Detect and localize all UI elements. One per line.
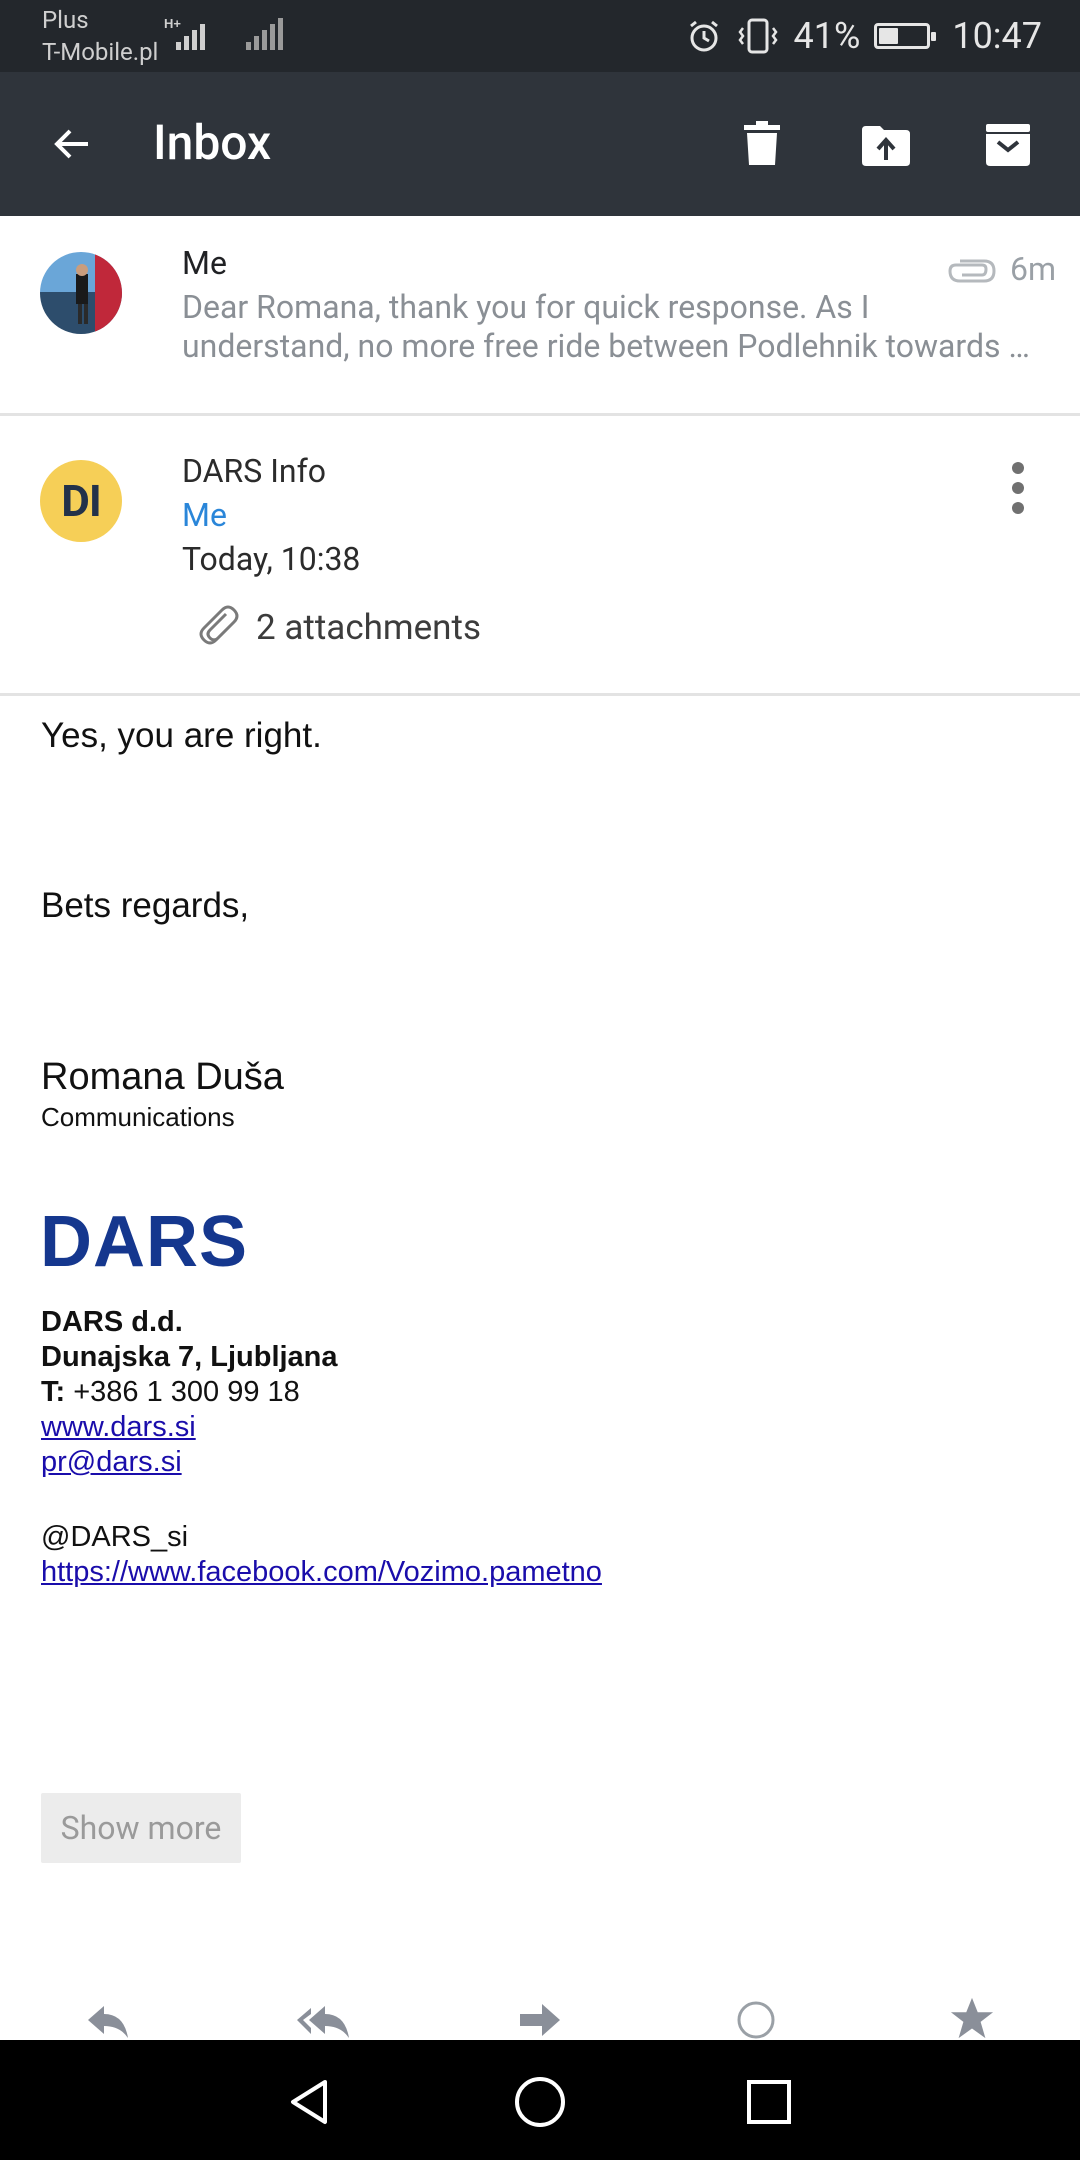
- attachments-label: 2 attachments: [256, 606, 482, 648]
- message-date: Today, 10:38: [182, 540, 361, 578]
- paperclip-icon: [199, 605, 239, 645]
- signature-role: Communications: [41, 1102, 235, 1132]
- star-button[interactable]: [942, 1996, 1002, 2040]
- facebook-link[interactable]: https://www.facebook.com/Vozimo.pametno: [41, 1555, 602, 1590]
- nav-home-button[interactable]: [508, 2070, 572, 2134]
- company-name: DARS d.d.: [41, 1306, 183, 1338]
- reply-all-icon: [297, 2006, 349, 2038]
- vibrate-icon: [737, 18, 778, 54]
- company-address: Dunajska 7, Ljubljana: [41, 1341, 338, 1373]
- carrier-name-top: Plus: [42, 6, 89, 34]
- signal-strength-2-icon: [246, 18, 283, 50]
- nav-back-button[interactable]: [277, 2070, 341, 2134]
- back-arrow-icon: [54, 129, 88, 159]
- message-sender: DARS Info: [182, 452, 326, 490]
- delete-button[interactable]: [726, 108, 798, 180]
- sender-avatar: DI: [40, 460, 122, 542]
- page-title: Inbox: [153, 114, 272, 171]
- delete-icon: [744, 121, 780, 165]
- forward-button[interactable]: [510, 1996, 570, 2040]
- archive-button[interactable]: [972, 108, 1044, 180]
- mark-button[interactable]: [726, 1996, 786, 2040]
- message-recipient[interactable]: Me: [182, 496, 227, 534]
- twitter-handle: @DARS_si: [41, 1521, 189, 1553]
- forward-icon: [520, 2004, 560, 2036]
- attachments-toggle[interactable]: 2 attachments: [196, 600, 481, 654]
- more-vert-icon: [1012, 462, 1024, 474]
- svg-text:H+: H+: [164, 16, 181, 31]
- status-bar: Plus T-Mobile.pl H+ 41% 10:47: [0, 0, 1080, 72]
- move-to-icon: [862, 126, 910, 166]
- nav-home-icon: [515, 2077, 565, 2127]
- reply-all-button[interactable]: [294, 1996, 354, 2040]
- website-link[interactable]: www.dars.si: [41, 1410, 196, 1445]
- nav-recents-icon: [747, 2080, 791, 2124]
- email-link[interactable]: pr@dars.si: [41, 1445, 182, 1480]
- message-header: [0, 416, 1080, 696]
- alarm-icon: [689, 20, 718, 52]
- back-button[interactable]: [30, 108, 114, 180]
- thread-sender: Me: [182, 244, 227, 282]
- reply-button[interactable]: [78, 1996, 138, 2040]
- thread-snippet-line-2: understand, no more free ride between Po…: [182, 327, 1030, 365]
- dars-logo: DARS: [40, 1202, 249, 1282]
- app-bar: Inbox: [0, 72, 1080, 216]
- reply-icon: [88, 2006, 128, 2038]
- company-phone: T: +386 1 300 99 18: [41, 1376, 300, 1408]
- thread-snippet-line-1: Dear Romana, thank you for quick respons…: [182, 288, 870, 326]
- nav-recents-button[interactable]: [737, 2070, 801, 2134]
- avatar: [40, 252, 122, 334]
- thread-snippet: Dear Romana, thank you for quick respons…: [182, 288, 1052, 366]
- nav-back-icon: [291, 2080, 327, 2124]
- circle-icon: [737, 2001, 775, 2039]
- more-options-button[interactable]: [990, 458, 1046, 518]
- archive-icon: [986, 124, 1030, 166]
- body-line-2: Bets regards,: [41, 886, 250, 925]
- move-to-button[interactable]: [850, 108, 922, 180]
- battery-fill: [879, 28, 899, 44]
- attachment-icon: [948, 259, 996, 283]
- body-line-1: Yes, you are right.: [41, 716, 322, 755]
- battery-percent: 41%: [793, 15, 861, 57]
- signal-strength-icon: H+: [164, 16, 205, 50]
- carrier-name-bottom: T-Mobile.pl: [42, 38, 159, 66]
- clock: 10:47: [952, 15, 1042, 57]
- thread-time: 6m: [1009, 250, 1056, 288]
- show-more-button[interactable]: Show more: [41, 1793, 241, 1863]
- battery-icon: [874, 23, 937, 49]
- signature-name: Romana Duša: [41, 1056, 284, 1098]
- star-icon: [950, 1997, 994, 2039]
